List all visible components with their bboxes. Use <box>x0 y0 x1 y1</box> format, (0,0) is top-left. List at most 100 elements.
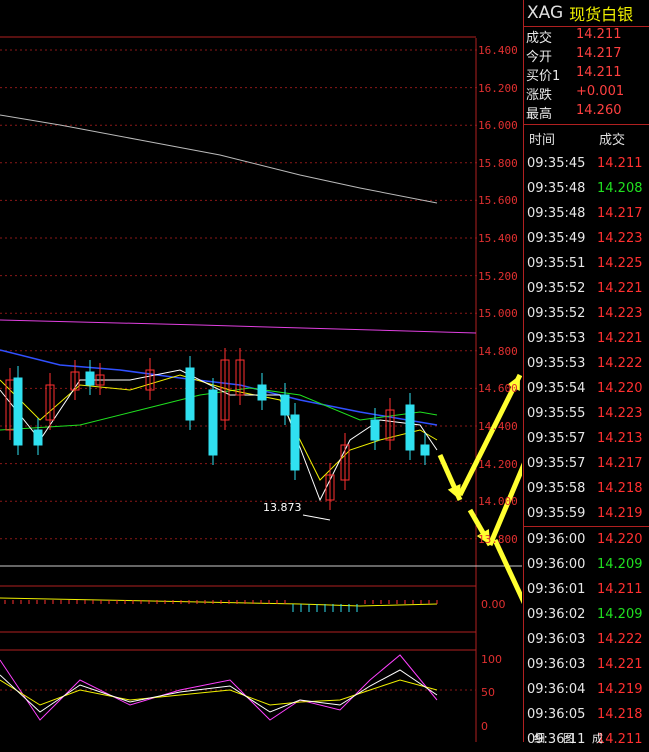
candle-body <box>290 414 300 471</box>
trade-list[interactable]: 09:35:45 14.211 09:35:48 14.208 09:35:48 14.2… <box>524 151 649 752</box>
bottom-tab[interactable]: 图 <box>563 730 574 745</box>
trade-row[interactable]: 09:35:57 14.217 <box>524 451 649 476</box>
quote-panel: XAG 现货白银 成交 14.211 今开 14.217 买价1 14.211 涨跌 +0.0… <box>523 0 649 747</box>
candlestick-chart[interactable]: 16.400 16.200 16.000 15.800 15.600 15.400 15.2… <box>0 0 522 742</box>
price-tick-label: 14.400 <box>478 420 518 433</box>
trade-price: 14.223 <box>597 405 643 421</box>
trade-price: 14.213 <box>597 430 643 446</box>
trade-row[interactable]: 09:35:49 14.223 <box>524 226 649 251</box>
quote-value: 14.211 <box>576 65 622 80</box>
trade-price: 14.220 <box>597 531 643 547</box>
trade-row[interactable]: 09:35:48 14.217 <box>524 201 649 226</box>
trade-price: 14.208 <box>597 180 643 196</box>
trade-row[interactable]: 09:35:45 14.211 <box>524 151 649 176</box>
trade-row[interactable]: 09:36:03 14.221 <box>524 652 649 677</box>
trade-row[interactable]: 09:35:48 14.208 <box>524 176 649 201</box>
trade-row[interactable]: 09:35:57 14.213 <box>524 426 649 451</box>
quote-value: 14.211 <box>576 27 622 42</box>
trade-price: 14.223 <box>597 230 643 246</box>
trade-time: 09:35:48 <box>527 205 586 221</box>
price-tick-label: 15.000 <box>478 307 518 321</box>
trade-price: 14.222 <box>597 355 643 371</box>
trade-row[interactable]: 09:35:53 14.222 <box>524 351 649 376</box>
quote-row: 买价1 14.211 <box>524 65 649 84</box>
trade-row[interactable]: 09:35:58 14.218 <box>524 476 649 501</box>
trade-time: 09:35:58 <box>527 480 586 496</box>
macd-line <box>0 597 438 607</box>
quote-value: 14.217 <box>576 46 622 61</box>
price-tick-label: 15.400 <box>478 232 518 245</box>
price-tick-label: 15.800 <box>478 156 518 170</box>
kdj-tick-label: 100 <box>481 653 502 666</box>
trades-price-header: 成交 <box>599 132 626 148</box>
trades-header: 时间 成交 <box>524 124 649 151</box>
quote-row: 涨跌 +0.001 <box>524 84 649 103</box>
quote-row: 成交 14.211 <box>524 27 649 46</box>
bottom-tab[interactable]: 成 <box>592 730 603 745</box>
trade-row[interactable]: 09:36:02 14.209 <box>524 602 649 627</box>
trade-time: 09:35:53 <box>527 330 586 346</box>
trade-row[interactable]: 09:35:53 14.221 <box>524 326 649 351</box>
ma-line-blue <box>0 349 438 426</box>
trade-time: 09:35:54 <box>527 380 586 396</box>
trade-row[interactable]: 09:36:05 14.218 <box>524 702 649 727</box>
candle-body <box>280 394 290 416</box>
trades-time-header: 时间 <box>529 132 556 148</box>
trade-time: 09:36:04 <box>527 681 586 697</box>
trade-row[interactable]: 09:36:01 14.211 <box>524 577 649 602</box>
trade-row[interactable]: 09:35:59 14.219 <box>524 501 649 526</box>
price-tick-label: 16.000 <box>478 119 518 133</box>
bottom-tab[interactable]: 细 <box>534 730 545 745</box>
trade-row[interactable]: 09:36:04 14.219 <box>524 677 649 702</box>
price-tick-label: 16.400 <box>478 44 518 57</box>
quote-list: 成交 14.211 今开 14.217 买价1 14.211 涨跌 +0.001 最高 14.26… <box>524 27 649 122</box>
trade-time: 09:36:03 <box>527 631 586 647</box>
quote-label: 最高 <box>526 107 553 122</box>
candle-body <box>33 429 43 446</box>
trade-price: 14.219 <box>597 505 643 521</box>
trade-time: 09:35:52 <box>527 280 586 296</box>
trade-row[interactable]: 09:36:03 14.222 <box>524 627 649 652</box>
candle-body <box>185 367 195 421</box>
trade-row[interactable]: 09:35:54 14.220 <box>524 376 649 401</box>
trade-time: 09:35:53 <box>527 355 586 371</box>
trade-time: 09:36:02 <box>527 606 586 622</box>
symbol-header[interactable]: XAG 现货白银 <box>524 0 649 27</box>
bottom-tabs: 细图成 <box>524 730 649 745</box>
kdj-d-line <box>0 679 438 706</box>
quote-row: 最高 14.260 <box>524 103 649 122</box>
trade-time: 09:35:57 <box>527 430 586 446</box>
trade-price: 14.209 <box>597 606 643 622</box>
trade-row[interactable]: 09:36:00 14.220 <box>524 526 649 552</box>
quote-label: 涨跌 <box>526 88 553 103</box>
trade-price: 14.217 <box>597 455 643 471</box>
trade-row[interactable]: 09:35:55 14.223 <box>524 401 649 426</box>
candle-body <box>257 384 267 401</box>
candle-body <box>405 404 415 451</box>
symbol-name: 现货白银 <box>569 5 634 24</box>
trade-price: 14.211 <box>597 155 643 171</box>
trade-row[interactable]: 09:35:52 14.221 <box>524 276 649 301</box>
candle-body <box>85 371 95 386</box>
trade-row[interactable]: 09:36:00 14.209 <box>524 552 649 577</box>
price-tick-label: 15.200 <box>478 269 518 283</box>
low-marker-line <box>302 514 331 521</box>
trade-time: 09:35:51 <box>527 255 586 271</box>
candle-body <box>420 444 430 456</box>
quote-value: +0.001 <box>576 84 625 99</box>
trade-row[interactable]: 09:35:52 14.223 <box>524 301 649 326</box>
quote-label: 今开 <box>526 50 553 65</box>
trade-price: 14.221 <box>597 280 643 296</box>
trade-time: 09:35:57 <box>527 455 586 471</box>
trade-time: 09:36:00 <box>527 531 586 547</box>
macd-axis-zero: 0.00 <box>481 598 506 611</box>
trade-price: 14.221 <box>597 656 643 672</box>
price-tick-label: 15.600 <box>478 194 518 208</box>
trade-price: 14.218 <box>597 706 643 722</box>
trade-price: 14.218 <box>597 480 643 496</box>
symbol-code: XAG <box>527 3 564 23</box>
low-price-marker: 13.873 <box>263 501 302 514</box>
trade-time: 09:35:59 <box>527 505 586 521</box>
kdj-tick-label: 0 <box>481 720 488 733</box>
trade-row[interactable]: 09:35:51 14.225 <box>524 251 649 276</box>
